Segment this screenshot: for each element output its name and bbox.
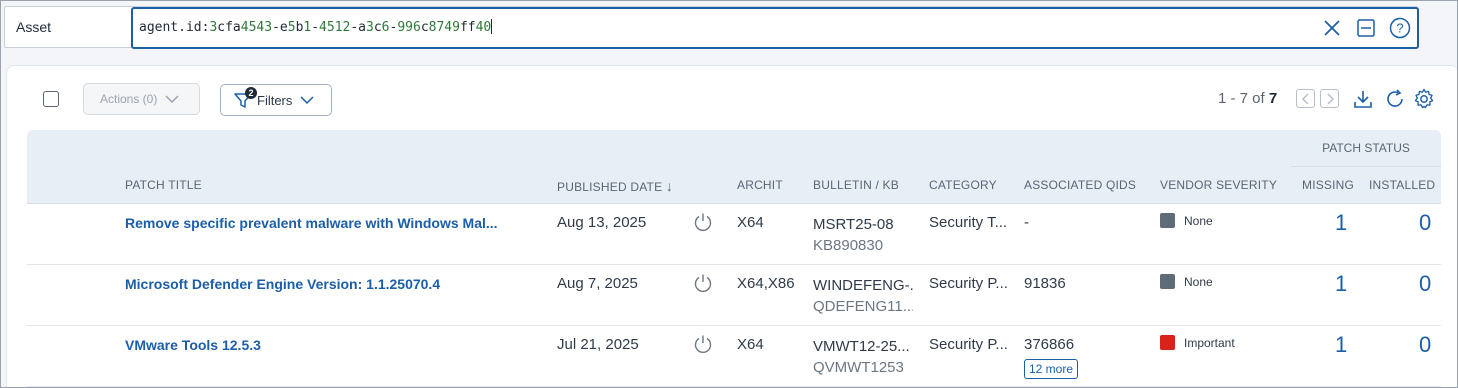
header-published-date[interactable]: PUBLISHED DATE ↓ [557, 178, 673, 194]
power-restart-icon [693, 212, 713, 232]
filter-icon: 2 [233, 87, 257, 110]
search-bar: Asset agent.id:3cfa4543-e5b1-4512-a3c6-9… [4, 6, 1419, 49]
header-vendor-severity[interactable]: VENDOR SEVERITY [1160, 178, 1277, 192]
kb-id: QVMWT1253 [813, 359, 904, 376]
patch-list-panel: Actions (0) 2 Filters 1 - 7 of 7 PATCH T… [6, 65, 1457, 387]
severity-label: Important [1184, 335, 1235, 350]
missing-count[interactable]: 1 [1335, 332, 1347, 358]
vendor-severity: None [1160, 274, 1213, 289]
associated-qids: 376866 12 more [1024, 336, 1079, 379]
search-field-label: Asset [16, 19, 52, 35]
power-restart-icon [693, 334, 713, 354]
header-missing[interactable]: MISSING [1302, 178, 1354, 192]
severity-indicator [1160, 335, 1175, 350]
more-qids-button[interactable]: 12 more [1024, 359, 1079, 379]
table-header: PATCH TITLE PUBLISHED DATE ↓ ARCHIT BULL… [27, 130, 1441, 204]
patch-title-link[interactable]: VMware Tools 12.5.3 [125, 337, 510, 353]
table-row[interactable]: Remove specific prevalent malware with W… [27, 204, 1441, 265]
installed-count[interactable]: 0 [1419, 210, 1431, 236]
qid-value: - [1024, 214, 1029, 231]
kb-id: QDEFENG11... [813, 298, 913, 315]
svg-text:?: ? [1396, 21, 1403, 36]
bulletin-kb: WINDEFENG-... QDEFENG11... [813, 275, 913, 317]
help-icon[interactable]: ? [1389, 17, 1411, 39]
actions-dropdown[interactable]: Actions (0) [83, 83, 200, 115]
missing-count[interactable]: 1 [1335, 210, 1347, 236]
header-patch-title[interactable]: PATCH TITLE [125, 178, 202, 192]
chevron-down-icon [165, 95, 179, 104]
severity-label: None [1184, 274, 1213, 289]
header-installed[interactable]: INSTALLED [1369, 178, 1435, 192]
category: Security P... [929, 275, 1008, 292]
app-frame: Asset agent.id:3cfa4543-e5b1-4512-a3c6-9… [0, 0, 1458, 388]
qid-value: 91836 [1024, 275, 1066, 292]
bulletin-kb: MSRT25-08 KB890830 [813, 214, 913, 256]
next-page-button[interactable] [1320, 89, 1339, 108]
severity-indicator [1160, 274, 1175, 289]
close-icon[interactable] [1321, 17, 1343, 39]
architecture: X64,X86 [737, 275, 795, 292]
toolbar: Actions (0) 2 Filters 1 - 7 of 7 [7, 66, 1457, 130]
associated-qids: 91836 [1024, 275, 1066, 292]
published-date: Aug 13, 2025 [557, 214, 647, 231]
architecture: X64 [737, 214, 764, 231]
installed-count[interactable]: 0 [1419, 271, 1431, 297]
refresh-icon[interactable] [1384, 88, 1406, 110]
actions-label: Actions (0) [100, 92, 158, 106]
severity-label: None [1184, 213, 1213, 228]
vendor-severity: Important [1160, 335, 1235, 350]
settings-gear-icon[interactable] [1413, 88, 1435, 110]
bulletin-kb: VMWT12-25... QVMWT1253 [813, 336, 913, 378]
category: Security T... [929, 214, 1008, 231]
bulletin-id: WINDEFENG-... [813, 277, 913, 294]
filters-label: Filters [257, 92, 293, 108]
bulletin-id: VMWT12-25... [813, 338, 910, 355]
qid-value: 376866 [1024, 336, 1075, 353]
search-query-text[interactable]: agent.id:3cfa4543-e5b1-4512-a3c6-996c874… [139, 19, 493, 35]
select-all-checkbox[interactable] [43, 91, 59, 107]
kb-id: KB890830 [813, 237, 884, 254]
filters-button[interactable]: 2 Filters [220, 84, 332, 116]
associated-qids: - [1024, 214, 1029, 231]
published-date: Aug 7, 2025 [557, 275, 638, 292]
header-architecture[interactable]: ARCHIT [737, 178, 783, 192]
patch-title-link[interactable]: Microsoft Defender Engine Version: 1.1.2… [125, 276, 510, 292]
search-input[interactable]: agent.id:3cfa4543-e5b1-4512-a3c6-996c874… [131, 7, 1419, 49]
header-bulletin-kb[interactable]: BULLETIN / KB [813, 178, 899, 192]
filter-count-badge: 2 [245, 87, 257, 99]
previous-page-button[interactable] [1296, 89, 1315, 108]
architecture: X64 [737, 336, 764, 353]
installed-count[interactable]: 0 [1419, 332, 1431, 358]
sort-desc-icon: ↓ [665, 178, 674, 194]
header-patch-status-group: PATCH STATUS [1291, 130, 1441, 167]
severity-indicator [1160, 213, 1175, 228]
header-associated-qids[interactable]: ASSOCIATED QIDS [1024, 178, 1136, 192]
published-date: Jul 21, 2025 [557, 336, 639, 353]
power-restart-icon [693, 273, 713, 293]
table-row[interactable]: VMware Tools 12.5.3 Jul 21, 2025 X64 VMW… [27, 326, 1441, 387]
chevron-down-icon [300, 96, 314, 105]
pagination-summary: 1 - 7 of 7 [1218, 90, 1278, 107]
download-icon[interactable] [1352, 88, 1374, 110]
collapse-icon[interactable] [1355, 17, 1377, 39]
table-row[interactable]: Microsoft Defender Engine Version: 1.1.2… [27, 265, 1441, 326]
missing-count[interactable]: 1 [1335, 271, 1347, 297]
category: Security P... [929, 336, 1008, 353]
bulletin-id: MSRT25-08 [813, 216, 894, 233]
patch-title-link[interactable]: Remove specific prevalent malware with W… [125, 215, 510, 231]
vendor-severity: None [1160, 213, 1213, 228]
header-category[interactable]: CATEGORY [929, 178, 997, 192]
